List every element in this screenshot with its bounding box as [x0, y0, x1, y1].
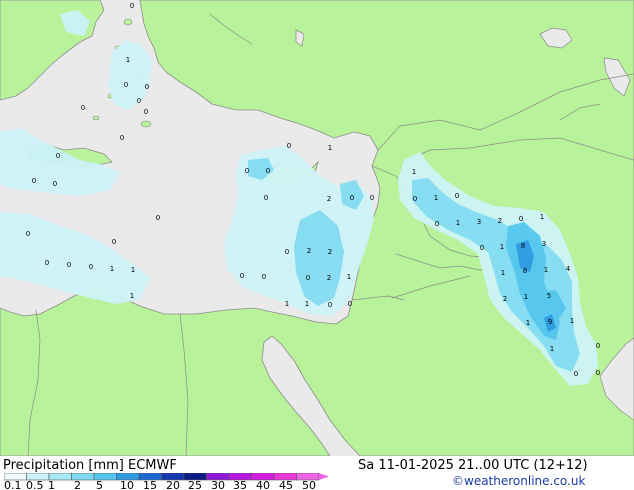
legend-label: 1	[48, 479, 55, 490]
precip-value-label: 0	[287, 142, 291, 150]
precip-value-label: 1	[126, 56, 130, 64]
precip-value-label: 0	[45, 259, 49, 267]
precip-value-label: 3	[477, 218, 481, 226]
precip-value-label: 8	[521, 242, 525, 250]
precip-value-label: 9	[548, 318, 552, 326]
precip-value-label: 5	[547, 292, 551, 300]
valid-time: Sa 11-01-2025 21..00 UTC (12+12)	[358, 458, 588, 473]
precip-value-label: 0	[112, 238, 116, 246]
precip-value-label: 0	[156, 214, 160, 222]
precip-value-label: 8	[523, 267, 527, 275]
precip-value-label: 1	[412, 168, 416, 176]
precip-value-label: 1	[305, 300, 309, 308]
precip-value-label: 1	[131, 266, 135, 274]
color-legend: 0.1 0.5 1 2 5 10 15 20 25 30 35 40 45 50	[4, 473, 329, 490]
precip-value-label: 1	[570, 317, 574, 325]
precip-value-label: 1	[540, 213, 544, 221]
precip-value-label: 1	[501, 269, 505, 277]
precip-value-label: 1	[526, 319, 530, 327]
precip-value-label: 0	[306, 274, 310, 282]
legend-label: 25	[188, 479, 202, 490]
precipitation-map: 0 1 0 0 0 0 0 0 0 0 0 0 0 0 0 0 0 1 1 1 0 1 0 0 0 2 0 0 0 2 2 0 0 0 2 1 1 1 0 0…	[0, 0, 634, 457]
precip-value-label: 1	[434, 194, 438, 202]
legend-label: 35	[233, 479, 247, 490]
precip-value-label: 0	[348, 300, 352, 308]
precip-value-label: 0	[120, 134, 124, 142]
precip-value-label: 0	[130, 2, 134, 10]
precip-value-label: 1	[285, 300, 289, 308]
precip-value-label: 1	[524, 293, 528, 301]
legend-label: 10	[120, 479, 134, 490]
precip-value-label: 1	[130, 292, 134, 300]
precip-value-label: 0	[262, 273, 266, 281]
precip-value-label: 1	[456, 219, 460, 227]
legend-label: 5	[96, 479, 103, 490]
precip-value-label: 0	[264, 194, 268, 202]
legend-label: 30	[211, 479, 225, 490]
precip-value-label: 1	[500, 243, 504, 251]
precip-value-label: 0	[32, 177, 36, 185]
precip-value-label: 1	[328, 144, 332, 152]
legend-label: 40	[256, 479, 270, 490]
precip-value-label: 0	[480, 244, 484, 252]
legend-label: 45	[279, 479, 293, 490]
precip-value-label: 0	[596, 369, 600, 377]
precip-value-label: 0	[413, 195, 417, 203]
map-title: Precipitation [mm] ECMWF	[3, 458, 177, 473]
precip-value-label: 0	[67, 261, 71, 269]
precip-value-label: 1	[110, 265, 114, 273]
legend-label: 0.1	[4, 479, 22, 490]
precip-value-label: 0	[435, 220, 439, 228]
precip-value-label: 0	[596, 342, 600, 350]
precip-value-label: 2	[327, 274, 331, 282]
precip-value-label: 0	[137, 97, 141, 105]
legend-label: 50	[302, 479, 316, 490]
precip-value-label: 0	[81, 104, 85, 112]
precip-value-label: 0	[455, 192, 459, 200]
footer-bar: Precipitation [mm] ECMWF Sa 11-01-2025 2…	[0, 456, 634, 490]
precip-value-label: 1	[550, 345, 554, 353]
precip-value-label: 0	[350, 194, 354, 202]
precip-value-label: 3	[542, 240, 546, 248]
precip-value-label: 0	[519, 215, 523, 223]
precip-value-label: 0	[89, 263, 93, 271]
precip-value-label: 0	[144, 108, 148, 116]
precip-value-label: 1	[347, 273, 351, 281]
precip-value-label: 0	[240, 272, 244, 280]
precip-value-label: 0	[26, 230, 30, 238]
legend-label: 15	[143, 479, 157, 490]
precip-value-label: 2	[498, 217, 502, 225]
precip-value-label: 1	[544, 266, 548, 274]
precip-value-label: 4	[566, 265, 571, 273]
precip-value-label: 0	[245, 167, 249, 175]
credit-link[interactable]: ©weatheronline.co.uk	[452, 474, 585, 488]
precip-value-label: 0	[145, 83, 149, 91]
precip-value-label: 2	[503, 295, 507, 303]
legend-label: 20	[166, 479, 180, 490]
precip-value-label: 0	[266, 167, 270, 175]
legend-arrow	[319, 473, 329, 480]
precip-value-label: 0	[370, 194, 374, 202]
model-name: ECMWF	[128, 458, 177, 473]
legend-label: 2	[74, 479, 81, 490]
precip-value-label: 0	[56, 152, 60, 160]
precip-value-label: 2	[307, 247, 311, 255]
precip-value-label: 0	[285, 248, 289, 256]
precip-value-label: 0	[53, 180, 57, 188]
title-text: Precipitation [mm]	[3, 458, 124, 473]
precip-value-label: 0	[328, 301, 332, 309]
legend-label: 0.5	[26, 479, 44, 490]
precip-value-label: 2	[327, 195, 331, 203]
precip-value-label: 2	[328, 248, 332, 256]
precip-value-label: 0	[574, 370, 578, 378]
precip-value-label: 0	[124, 81, 128, 89]
